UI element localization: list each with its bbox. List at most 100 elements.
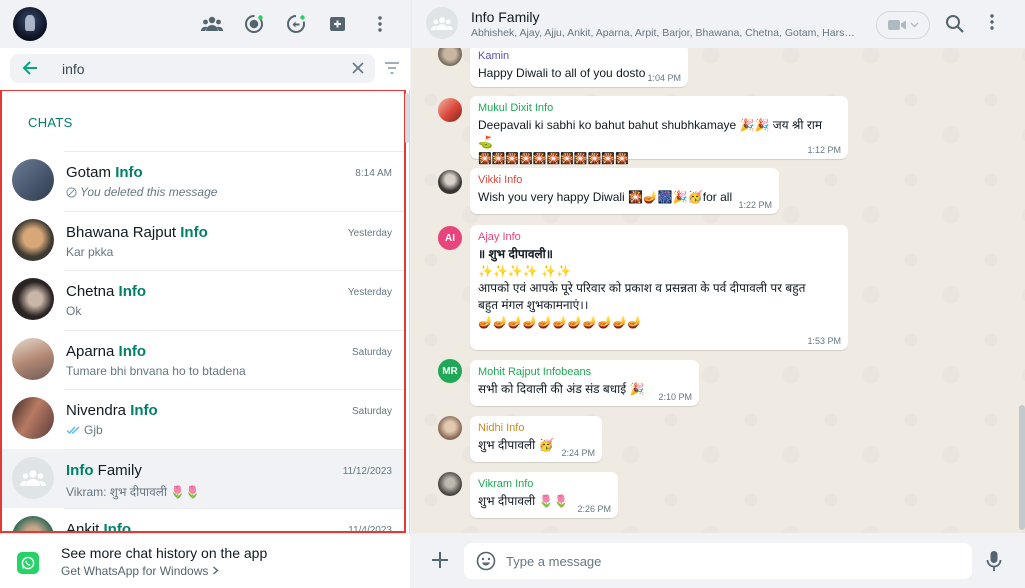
message-scrollbar[interactable] <box>1019 405 1025 530</box>
chat-preview: Tumare bhi bnvana ho to btadena <box>66 363 246 378</box>
conversation-pane: Info Family Abhishek, Ajay, Ajju, Ankit,… <box>411 0 1025 588</box>
sender-avatar[interactable]: MR <box>438 359 462 383</box>
video-camera-icon <box>887 20 906 30</box>
message-time: 2:24 PM <box>561 448 595 458</box>
menu-icon[interactable] <box>990 14 1000 34</box>
chat-time: Saturday <box>351 346 392 358</box>
message-text: Deepavali ki sabhi ko bahut bahut shubhk… <box>478 118 823 149</box>
chat-item[interactable]: Aparna Info Saturday Tumare bhi bnvana h… <box>2 329 404 390</box>
channels-icon[interactable] <box>284 12 308 36</box>
group-avatar[interactable] <box>426 7 458 39</box>
chat-item[interactable]: Nivendra Info Saturday Gjb <box>2 389 404 449</box>
message-sender: Nidhi Info <box>478 422 525 434</box>
search-bar <box>0 48 410 90</box>
left-header <box>0 0 410 48</box>
microphone-icon[interactable] <box>986 550 1002 572</box>
group-avatar <box>12 456 54 499</box>
message-text: बहुत मंगल शुभकामनाएं।। <box>478 298 589 312</box>
chat-time: 11/12/2023 <box>342 465 392 477</box>
attach-plus-icon[interactable] <box>431 551 449 569</box>
chat-item-active[interactable]: Info Family 11/12/2023 Vikram: शुभ दीपाव… <box>2 448 404 508</box>
chat-name: Ankit Info <box>66 521 132 533</box>
chevron-down-icon <box>910 22 918 28</box>
sender-avatar[interactable] <box>438 416 462 440</box>
message-time: 1:22 PM <box>738 200 772 210</box>
message-bubble[interactable]: Ajay Info ॥ शुभ दीपावली॥ ✨✨✨✨ ✨✨ आपको एव… <box>470 225 848 350</box>
avatar <box>12 516 54 531</box>
chat-item[interactable]: Gotam Info 8:14 AM You deleted this mess… <box>2 151 404 211</box>
message-text: ॥ शुभ दीपावली॥ <box>478 247 553 261</box>
message-bubble[interactable]: Vikram Info शुभ दीपावली 🌷🌷 2:26 PM <box>470 472 618 518</box>
chat-item[interactable]: Chetna Info Yesterday Ok <box>2 270 404 330</box>
chat-name: Chetna Info <box>66 283 147 300</box>
message-time: 1:53 PM <box>807 336 841 346</box>
emoji-icon[interactable] <box>476 551 496 571</box>
community-icon[interactable] <box>200 12 224 36</box>
message-time: 1:04 PM <box>647 73 681 83</box>
sender-avatar[interactable] <box>438 170 462 194</box>
chat-preview: Ok <box>66 304 82 318</box>
chat-time: 8:14 AM <box>355 168 392 179</box>
profile-avatar[interactable] <box>13 7 47 41</box>
chat-item[interactable]: Bhawana Rajput Info Yesterday Kar pkka <box>2 210 404 271</box>
promo-title: See more chat history on the app <box>61 545 268 561</box>
menu-icon[interactable] <box>368 12 392 36</box>
message-time: 1:12 PM <box>807 145 841 155</box>
composer <box>411 533 1025 588</box>
message-sender: Kamin <box>478 50 510 62</box>
chat-item[interactable]: Ankit Info 11/4/2023 <box>2 508 404 533</box>
message-text: ✨✨✨✨ ✨✨ <box>478 264 571 278</box>
read-ticks-icon <box>66 426 80 435</box>
group-members: Abhishek, Ajay, Ajju, Ankit, Aparna, Arp… <box>471 27 856 39</box>
search-input[interactable] <box>62 60 342 78</box>
message-text: आपको एवं आपके पूरे परिवार को प्रकाश व प्… <box>478 281 806 295</box>
message-sender: Vikki Info <box>478 174 523 186</box>
message-text: 🪔🪔🪔🪔🪔🪔🪔🪔🪔🪔🪔 <box>478 315 643 329</box>
avatar <box>12 337 54 380</box>
chat-list-scrollbar[interactable] <box>405 93 409 143</box>
message-bubble[interactable]: Kamin Happy Diwali to all of you dosto 1… <box>470 48 688 87</box>
chat-time: Yesterday <box>347 287 392 298</box>
video-call-button[interactable] <box>876 11 930 39</box>
message-list[interactable]: Kamin Happy Diwali to all of you dosto 1… <box>411 48 1025 533</box>
chat-time: 11/4/2023 <box>348 525 392 533</box>
sender-avatar[interactable]: AI <box>438 226 462 250</box>
download-app-promo[interactable]: See more chat history on the app Get Wha… <box>0 533 410 588</box>
avatar <box>12 218 54 261</box>
chat-preview: Gjb <box>66 423 103 437</box>
message-bubble[interactable]: Vikki Info Wish you very happy Diwali 🎇🪔… <box>470 168 779 214</box>
chevron-right-icon <box>212 566 219 575</box>
chat-preview: You deleted this message <box>66 185 217 199</box>
message-sender: Ajay Info <box>478 231 521 243</box>
sender-avatar[interactable] <box>438 98 462 122</box>
deleted-icon <box>66 186 77 198</box>
message-text: 🎇🎇🎇🎇🎇🎇🎇🎇🎇🎇🎇 <box>478 153 629 165</box>
back-arrow-icon[interactable] <box>20 58 40 78</box>
section-title-chats: CHATS <box>28 115 73 130</box>
avatar <box>12 278 54 320</box>
chat-name: Bhawana Rajput Info <box>66 223 208 241</box>
message-input[interactable] <box>506 552 946 570</box>
message-bubble[interactable]: Mukul Dixit Info Deepavali ki sabhi ko b… <box>470 96 848 165</box>
chat-name: Aparna Info <box>66 342 147 360</box>
chat-name: Gotam Info <box>66 164 143 181</box>
status-icon[interactable] <box>242 12 266 36</box>
message-bubble[interactable]: Nidhi Info शुभ दीपावली 🥳 2:24 PM <box>470 416 602 462</box>
clear-search-icon[interactable] <box>351 61 365 75</box>
message-bubble[interactable]: Mohit Rajput Infobeans सभी को दिवाली की … <box>470 360 699 406</box>
message-sender: Mohit Rajput Infobeans <box>478 366 592 378</box>
search-icon[interactable] <box>945 14 965 34</box>
filter-icon[interactable] <box>384 62 400 76</box>
sender-avatar[interactable] <box>438 472 462 496</box>
message-sender: Vikram Info <box>478 478 534 490</box>
chat-preview: Vikram: शुभ दीपावली 🌷🌷 <box>66 484 201 499</box>
promo-link[interactable]: Get WhatsApp for Windows <box>61 564 219 578</box>
message-sender: Mukul Dixit Info <box>478 102 554 114</box>
message-text: Wish you very happy Diwali 🎇🪔🎆🎉🥳for all <box>478 190 733 204</box>
new-chat-icon[interactable] <box>326 12 350 36</box>
conversation-header[interactable]: Info Family Abhishek, Ajay, Ajju, Ankit,… <box>411 0 1025 48</box>
sender-avatar[interactable] <box>438 48 462 66</box>
chat-list: CHATS Gotam Info 8:14 AM You deleted thi… <box>0 90 406 533</box>
chat-preview: Kar pkka <box>66 244 114 259</box>
chat-name: Nivendra Info <box>66 402 158 419</box>
